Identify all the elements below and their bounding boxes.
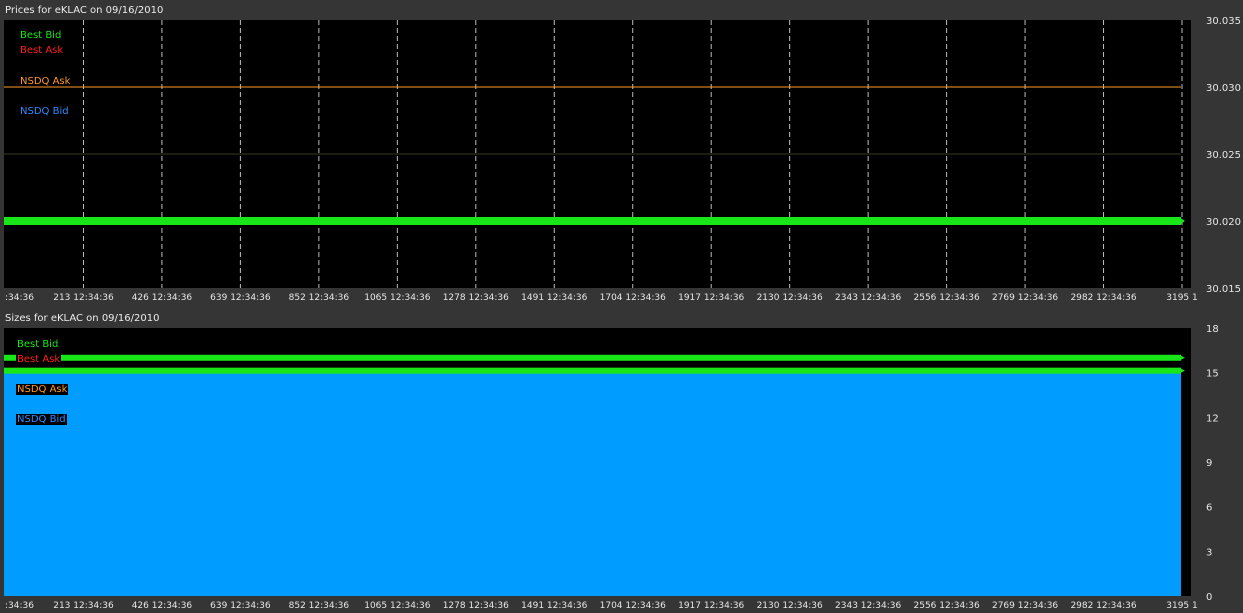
size-x-tick-label: 852 12:34:36	[289, 601, 350, 611]
size-x-tick-label: 1278 12:34:36	[443, 601, 509, 611]
size-legend-best-bid-label: Best Bid	[16, 339, 60, 350]
size-x-tick-label: 1704 12:34:36	[600, 601, 666, 611]
size-y-tick-label: 3	[1206, 547, 1212, 558]
size-x-tick-label: 2982 12:34:36	[1070, 601, 1136, 611]
size-y-tick-label: 15	[1206, 369, 1219, 380]
size-legend-best-bid: Best Bid	[16, 339, 60, 350]
size-y-tick-label: 12	[1206, 413, 1219, 424]
size-x-tick-label: 1917 12:34:36	[678, 601, 744, 611]
best-bid-size-marker	[1179, 354, 1185, 361]
size-legend-nsdq-bid: NSDQ Bid	[16, 414, 67, 425]
size-x-tick-label: 639 12:34:36	[210, 601, 271, 611]
nsdq-bid-area	[4, 372, 1181, 596]
size-y-tick-label: 6	[1206, 503, 1212, 514]
size-x-tick-label: 213 12:34:36	[53, 601, 114, 611]
size-x-tick-label: 1491 12:34:36	[521, 601, 587, 611]
size-x-tick-label: 2343 12:34:36	[835, 601, 901, 611]
nsdq-ask-size-marker	[1179, 367, 1185, 374]
size-legend-best-ask-label: Best Ask	[16, 354, 62, 365]
size-x-tick-label: 426 12:34:36	[132, 601, 193, 611]
size-y-tick-label: 0	[1206, 592, 1212, 603]
size-y-tick-label: 18	[1206, 324, 1219, 335]
nsdq-ask-size-line	[4, 367, 1181, 374]
size-legend-nsdq-bid-label: NSDQ Bid	[16, 414, 67, 425]
best-bid-size-line	[4, 354, 1181, 361]
size-y-tick-label: 9	[1206, 458, 1212, 469]
size-legend-nsdq-ask: NSDQ Ask	[16, 384, 69, 395]
size-x-tick-label: :34:36	[5, 601, 34, 611]
size-chart: 18 15 12 9 6 3 0 :34:36 213 12:34:36 426 12:34:36…	[4, 324, 1219, 611]
size-x-tick-label: 3195 1	[1166, 601, 1198, 611]
size-x-tick-label: 1065 12:34:36	[364, 601, 430, 611]
size-x-tick-label: 2769 12:34:36	[992, 601, 1058, 611]
size-legend-best-ask: Best Ask	[16, 354, 62, 365]
size-x-tick-label: 2556 12:34:36	[914, 601, 980, 611]
size-x-tick-label: 2130 12:34:36	[757, 601, 823, 611]
size-legend-nsdq-ask-label: NSDQ Ask	[16, 384, 69, 395]
